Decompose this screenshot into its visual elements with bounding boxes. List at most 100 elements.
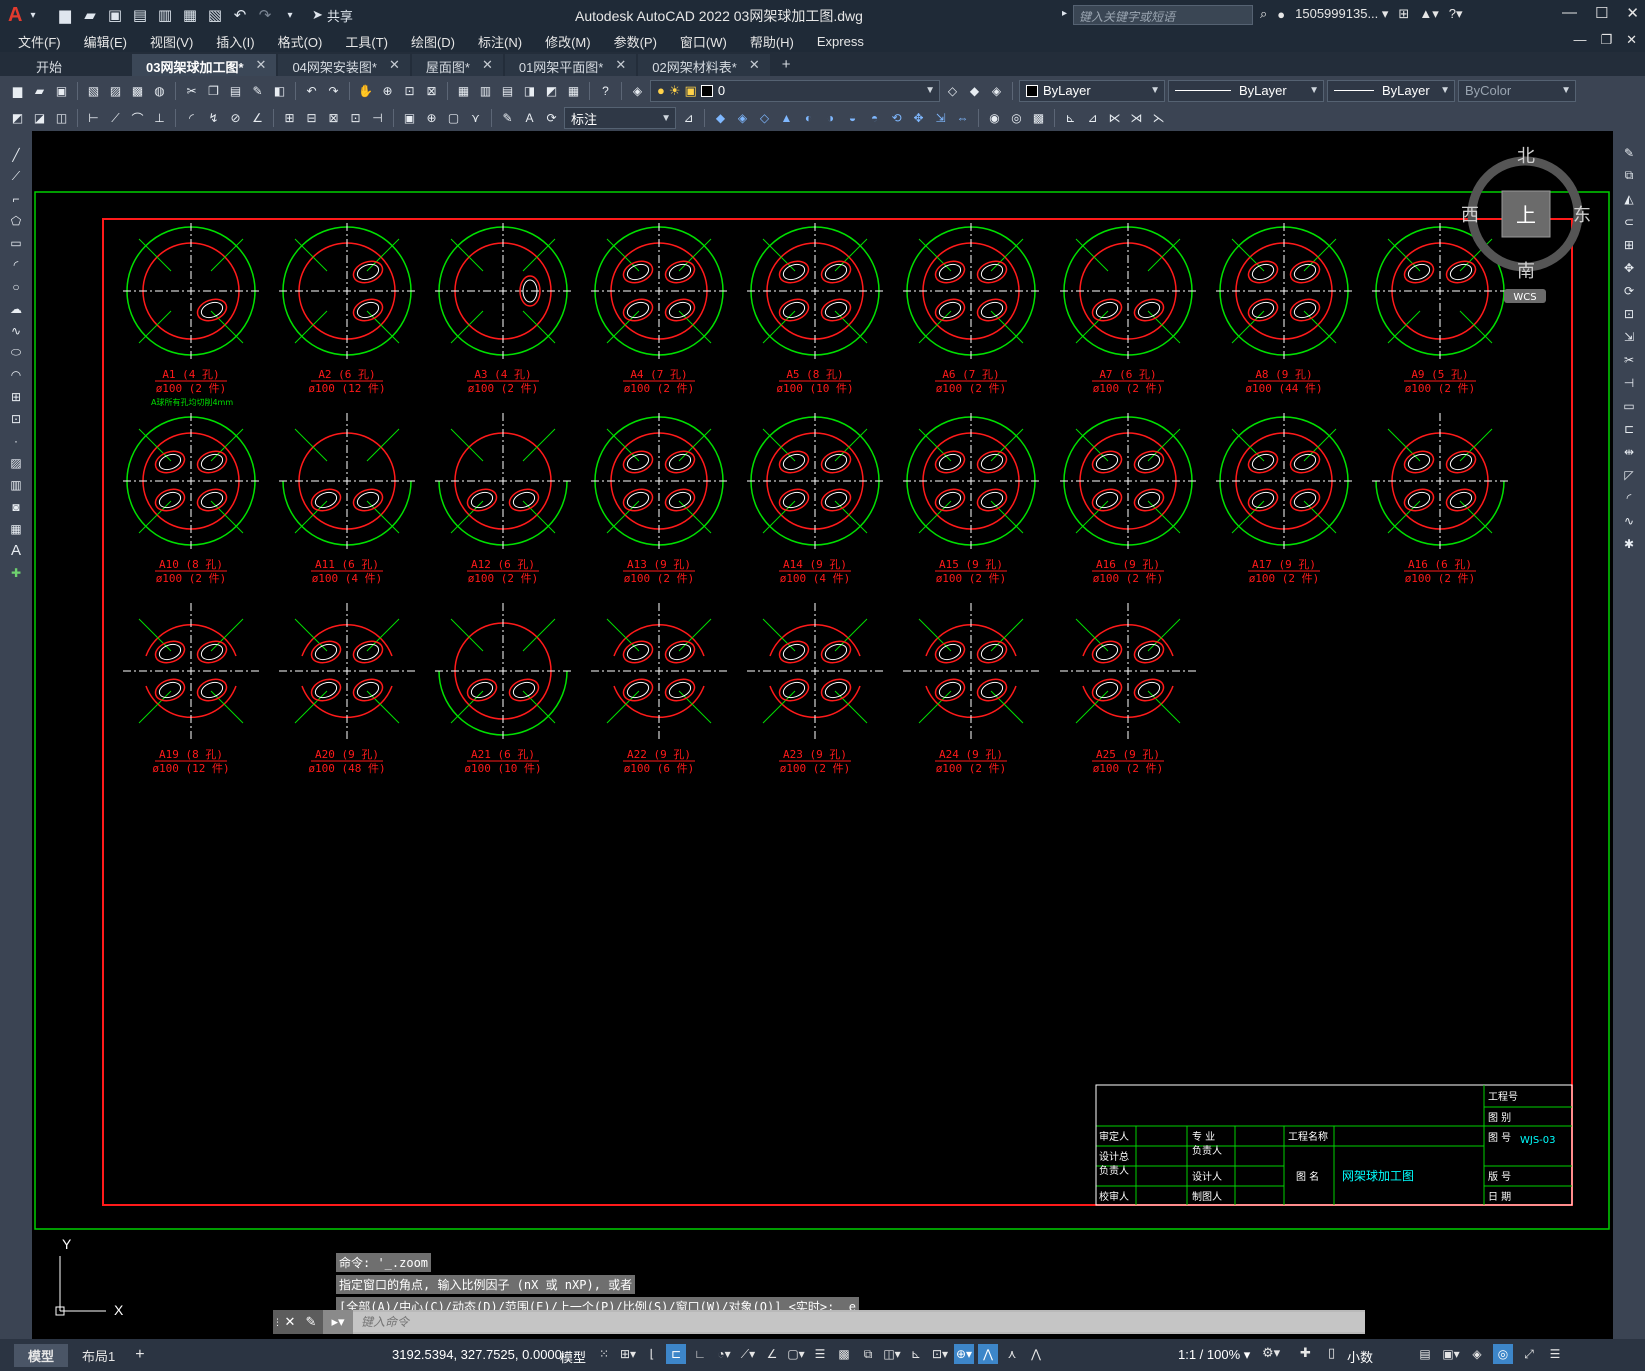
design-center-2-icon[interactable]: ▥ — [476, 81, 495, 100]
radius-dim-icon[interactable]: ◜ — [182, 109, 201, 128]
viewcube-east[interactable]: 东 — [1573, 205, 1591, 226]
dim-space-icon[interactable]: ⊡ — [346, 109, 365, 128]
gizmo-icon[interactable]: ⊕▾ — [954, 1344, 974, 1364]
viewcube-south[interactable]: 南 — [1517, 261, 1535, 282]
dim-text-edit-icon[interactable]: A — [520, 109, 539, 128]
break-icon[interactable]: ⊏ — [1620, 419, 1639, 438]
menu-item[interactable]: Express — [817, 34, 864, 49]
3d-rotate-icon[interactable]: ⟲ — [887, 109, 906, 128]
dimstyle-manager-icon[interactable]: ⊿ — [679, 109, 698, 128]
line-icon[interactable]: ╱ — [7, 145, 26, 164]
tab-close-icon[interactable]: ✕ — [749, 57, 760, 76]
layer-previous-icon[interactable]: ◆ — [965, 81, 984, 100]
revision-cloud-icon[interactable]: ☁ — [7, 299, 26, 318]
region-icon[interactable]: ◙ — [7, 497, 26, 516]
document-tab[interactable]: 开始 — [22, 54, 130, 76]
table-icon[interactable]: ▦ — [7, 519, 26, 538]
arc-length-icon[interactable]: ⌒ — [128, 109, 147, 128]
redo-icon[interactable]: ↷ — [254, 4, 276, 26]
save-icon[interactable]: ▣ — [104, 4, 126, 26]
cut-icon[interactable]: ✂ — [182, 81, 201, 100]
ortho-icon[interactable]: ∟ — [690, 1344, 710, 1364]
join-icon[interactable]: ⇹ — [1620, 442, 1639, 461]
object-snap-tracking-icon[interactable]: ∠ — [762, 1344, 782, 1364]
baseline-dim-icon[interactable]: ⊟ — [302, 109, 321, 128]
gradient-icon[interactable]: ▥ — [7, 475, 26, 494]
object-snap-icon[interactable]: ▢▾ — [786, 1344, 806, 1364]
box-icon[interactable]: ◆ — [711, 109, 730, 128]
layout-tab[interactable]: 模型 — [14, 1343, 69, 1367]
stretch-icon[interactable]: ⇲ — [1620, 327, 1639, 346]
make-current-icon[interactable]: ◇ — [943, 81, 962, 100]
rectangle-icon[interactable]: ▭ — [7, 233, 26, 252]
menu-item[interactable]: 绘图(D) — [411, 32, 455, 51]
angular-dim-icon[interactable]: ∠ — [248, 109, 267, 128]
polygon-icon[interactable]: ⬠ — [7, 211, 26, 230]
search-input[interactable]: 键入关键字或短语 — [1073, 5, 1253, 25]
3d-mirror-icon[interactable]: ⇔ — [953, 109, 972, 128]
menu-item[interactable]: 文件(F) — [18, 32, 61, 51]
menu-item[interactable]: 视图(V) — [150, 32, 193, 51]
document-tab[interactable]: 屋面图* ✕ — [411, 54, 503, 76]
ucs-icon[interactable]: ⊾ — [1061, 109, 1080, 128]
ucs-previous-icon[interactable]: ⋉ — [1105, 109, 1124, 128]
doc-close-icon[interactable]: ✕ — [1626, 32, 1637, 48]
continue-dim-icon[interactable]: ⊠ — [324, 109, 343, 128]
menu-item[interactable]: 插入(I) — [216, 32, 254, 51]
tool-palettes-icon[interactable]: ▤ — [498, 81, 517, 100]
point-icon[interactable]: · — [7, 431, 26, 450]
blend-icon[interactable]: ∿ — [1620, 511, 1639, 530]
layer-dropdown[interactable]: ● ☀ ▣ 0 ▼ — [650, 79, 940, 102]
undo-icon[interactable]: ↶ — [229, 4, 251, 26]
extend-icon[interactable]: ⊣ — [1620, 373, 1639, 392]
ucs-object-icon[interactable]: ⋋ — [1149, 109, 1168, 128]
hatch-icon[interactable]: ▨ — [7, 453, 26, 472]
isolate-objects-icon[interactable]: ◈ — [1467, 1344, 1487, 1364]
polar-icon[interactable]: ◔▾ — [714, 1344, 734, 1364]
doc-restore-icon[interactable]: ❐ — [1600, 32, 1612, 48]
lineweight-icon[interactable]: ☰ — [810, 1344, 830, 1364]
menu-item[interactable]: 格式(O) — [278, 32, 323, 51]
command-customize-icon[interactable]: ✎ — [299, 1310, 323, 1334]
lineweight-dropdown[interactable]: ByLayer ▼ — [1327, 79, 1455, 102]
viewcube-north[interactable]: 北 — [1517, 146, 1535, 167]
tab-close-icon[interactable]: ✕ — [482, 57, 493, 76]
share-button[interactable]: ➤ 共享 — [312, 6, 353, 25]
layer-states-icon[interactable]: ◈ — [987, 81, 1006, 100]
zoom-previous-icon[interactable]: ⊠ — [422, 81, 441, 100]
arc-icon[interactable]: ◜ — [7, 255, 26, 274]
clean-screen-icon[interactable]: ⤢ — [1519, 1344, 1539, 1364]
selection-cycling-icon[interactable]: ⧉ — [858, 1344, 878, 1364]
properties-icon[interactable]: ▦ — [454, 81, 473, 100]
ellipse-icon[interactable]: ⬭ — [7, 343, 26, 362]
inspection-icon[interactable]: ▢ — [444, 109, 463, 128]
plot-icon[interactable]: ▧ — [204, 4, 226, 26]
3d-osnap-icon[interactable]: ◫▾ — [882, 1344, 902, 1364]
circle-icon[interactable]: ○ — [7, 277, 26, 296]
zoom-window-icon[interactable]: ⊡ — [400, 81, 419, 100]
dim-update-icon[interactable]: ⟳ — [542, 109, 561, 128]
undo-tool-icon[interactable]: ↶ — [302, 81, 321, 100]
doc-minimize-icon[interactable]: — — [1573, 32, 1586, 48]
plotstyle-dropdown[interactable]: ByColor ▼ — [1458, 79, 1576, 102]
construction-line-icon[interactable]: ⟋ — [7, 167, 26, 186]
redo-tool-icon[interactable]: ↷ — [324, 81, 343, 100]
polyline-icon[interactable]: ⌐ — [7, 189, 26, 208]
import-icon[interactable]: ▥ — [154, 4, 176, 26]
erase-icon[interactable]: ✎ — [1620, 143, 1639, 162]
tab-close-icon[interactable]: ✕ — [389, 57, 400, 76]
transparency-icon[interactable]: ▩ — [834, 1344, 854, 1364]
publish-icon[interactable]: ▩ — [128, 81, 147, 100]
annotation-monitor-icon[interactable]: ✚ — [1300, 1345, 1311, 1361]
annotation-scale[interactable]: 1:1 / 100% ▾ — [1178, 1347, 1250, 1363]
auto-scale-icon[interactable]: ⋏ — [1002, 1344, 1022, 1364]
move-icon[interactable]: ✥ — [1620, 258, 1639, 277]
close-icon[interactable]: ✕ — [1626, 4, 1639, 22]
jogged-linear-icon[interactable]: ⋎ — [466, 109, 485, 128]
pan-icon[interactable]: ✋ — [356, 81, 375, 100]
app-menu-chevron-icon[interactable]: ▾ — [28, 4, 38, 26]
chamfer-icon[interactable]: ◸ — [1620, 465, 1639, 484]
dynamic-input-icon[interactable]: ⊏ — [666, 1344, 686, 1364]
copy-object-icon[interactable]: ⧉ — [1620, 166, 1639, 185]
aligned-dim-icon[interactable]: ⟋ — [106, 109, 125, 128]
